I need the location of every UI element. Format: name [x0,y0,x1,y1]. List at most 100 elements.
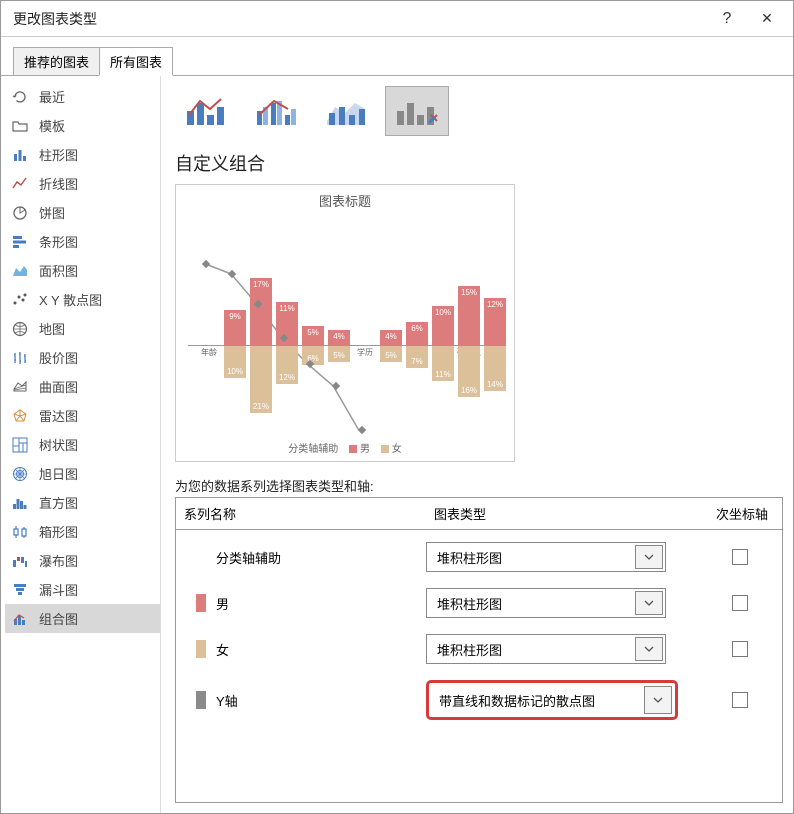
secondary-axis-checkbox[interactable] [732,692,748,708]
help-button[interactable]: ? [709,4,745,34]
combo-preset-3[interactable] [315,86,379,136]
chart-type-value: 堆积柱形图 [437,640,502,659]
chart-category-sidebar: 最近 模板 柱形图 折线图 饼图 条形图 面积图 X Y 散点图 地图 股价图 … [1,76,161,813]
sidebar-item-label: 瀑布图 [39,551,78,570]
funnel-chart-icon [11,581,29,599]
line-chart-icon [11,175,29,193]
surface-chart-icon [11,378,29,396]
dropdown-button[interactable] [644,686,672,714]
close-button[interactable]: ✕ [745,4,789,34]
category-label: 学历 [352,347,378,358]
sidebar-item-label: 漏斗图 [39,580,78,599]
sidebar-item-label: 树状图 [39,435,78,454]
sidebar-item-label: 曲面图 [39,377,78,396]
histogram-chart-icon [11,494,29,512]
tab-recommended[interactable]: 推荐的图表 [13,47,100,76]
col-chart-type: 图表类型 [426,498,702,529]
bar-chart-icon [11,233,29,251]
sidebar-item-label: 模板 [39,116,65,135]
series-name: 女 [216,640,426,659]
sidebar-item-template[interactable]: 模板 [5,111,160,140]
category-label: 年龄 [196,347,222,358]
sidebar-item-radar[interactable]: 雷达图 [5,401,160,430]
dropdown-button[interactable] [635,591,663,615]
sidebar-item-label: 柱形图 [39,145,78,164]
sidebar-item-label: 旭日图 [39,464,78,483]
combo-preset-1[interactable] [175,86,239,136]
combo-preset-2[interactable] [245,86,309,136]
box-chart-icon [11,523,29,541]
column-chart-icon [11,146,29,164]
chart-type-value: 堆积柱形图 [437,594,502,613]
treemap-chart-icon [11,436,29,454]
area-chart-icon [11,262,29,280]
series-name: 分类轴辅助 [216,548,426,567]
waterfall-chart-icon [11,552,29,570]
chart-type-select[interactable]: 堆积柱形图 [426,542,666,572]
sidebar-item-treemap[interactable]: 树状图 [5,430,160,459]
dropdown-button[interactable] [635,637,663,661]
sidebar-item-funnel[interactable]: 漏斗图 [5,575,160,604]
sidebar-item-label: 饼图 [39,203,65,222]
sidebar-item-label: 面积图 [39,261,78,280]
sidebar-item-recent[interactable]: 最近 [5,82,160,111]
sidebar-item-sunburst[interactable]: 旭日图 [5,459,160,488]
col-series-name: 系列名称 [176,498,426,529]
col-secondary-axis: 次坐标轴 [702,498,782,529]
dialog-body: 最近 模板 柱形图 折线图 饼图 条形图 面积图 X Y 散点图 地图 股价图 … [1,75,793,813]
radar-chart-icon [11,407,29,425]
series-name: 男 [216,594,426,613]
sidebar-item-line[interactable]: 折线图 [5,169,160,198]
series-swatch [196,594,206,612]
tab-all-charts[interactable]: 所有图表 [99,47,173,76]
sidebar-item-stock[interactable]: 股价图 [5,343,160,372]
sidebar-item-label: 直方图 [39,493,78,512]
sidebar-item-box[interactable]: 箱形图 [5,517,160,546]
secondary-axis-checkbox[interactable] [732,595,748,611]
series-prompt: 为您的数据系列选择图表类型和轴: [175,476,783,495]
chart-area: 年龄18-259%10%26-3017%21%31-3511%12%36-405… [188,216,502,436]
series-row: 男堆积柱形图 [176,580,782,626]
combo-preset-custom[interactable] [385,86,449,136]
sidebar-item-label: 最近 [39,87,65,106]
sidebar-item-label: 地图 [39,319,65,338]
sidebar-item-pie[interactable]: 饼图 [5,198,160,227]
titlebar: 更改图表类型 ? ✕ [1,1,793,37]
folder-icon [11,117,29,135]
series-row: 女堆积柱形图 [176,626,782,672]
tab-strip: 推荐的图表 所有图表 [13,47,793,76]
sidebar-item-combo[interactable]: 组合图 [5,604,160,633]
dropdown-button[interactable] [635,545,663,569]
scatter-chart-icon [11,291,29,309]
stock-chart-icon [11,349,29,367]
secondary-axis-checkbox[interactable] [732,641,748,657]
chart-type-select[interactable]: 堆积柱形图 [426,588,666,618]
series-table: 系列名称 图表类型 次坐标轴 分类轴辅助堆积柱形图男堆积柱形图女堆积柱形图Y轴带… [175,497,783,803]
chart-type-select[interactable]: 带直线和数据标记的散点图 [426,680,678,720]
sidebar-item-label: 条形图 [39,232,78,251]
sidebar-item-column[interactable]: 柱形图 [5,140,160,169]
series-row: Y轴带直线和数据标记的散点图 [176,672,782,728]
combo-chart-icon [11,610,29,628]
chart-type-value: 堆积柱形图 [437,548,502,567]
sidebar-item-bar[interactable]: 条形图 [5,227,160,256]
chart-type-value: 带直线和数据标记的散点图 [439,691,595,710]
sidebar-item-map[interactable]: 地图 [5,314,160,343]
sidebar-item-surface[interactable]: 曲面图 [5,372,160,401]
sidebar-item-label: 股价图 [39,348,78,367]
change-chart-type-dialog: 更改图表类型 ? ✕ 推荐的图表 所有图表 最近 模板 柱形图 折线图 饼图 条… [0,0,794,814]
map-chart-icon [11,320,29,338]
sidebar-item-histogram[interactable]: 直方图 [5,488,160,517]
window-title: 更改图表类型 [13,9,709,29]
main-panel: 自定义组合 图表标题 年龄18-259%10%26-3017%21%31-351… [161,76,793,813]
chart-type-select[interactable]: 堆积柱形图 [426,634,666,664]
sidebar-item-scatter[interactable]: X Y 散点图 [5,285,160,314]
chart-preview[interactable]: 图表标题 年龄18-259%10%26-3017%21%31-3511%12%3… [175,184,515,462]
sidebar-item-area[interactable]: 面积图 [5,256,160,285]
series-table-body: 分类轴辅助堆积柱形图男堆积柱形图女堆积柱形图Y轴带直线和数据标记的散点图 [176,530,782,802]
sidebar-item-label: 组合图 [39,609,78,628]
sidebar-item-waterfall[interactable]: 瀑布图 [5,546,160,575]
secondary-axis-checkbox[interactable] [732,549,748,565]
sidebar-item-label: 折线图 [39,174,78,193]
recent-icon [11,88,29,106]
